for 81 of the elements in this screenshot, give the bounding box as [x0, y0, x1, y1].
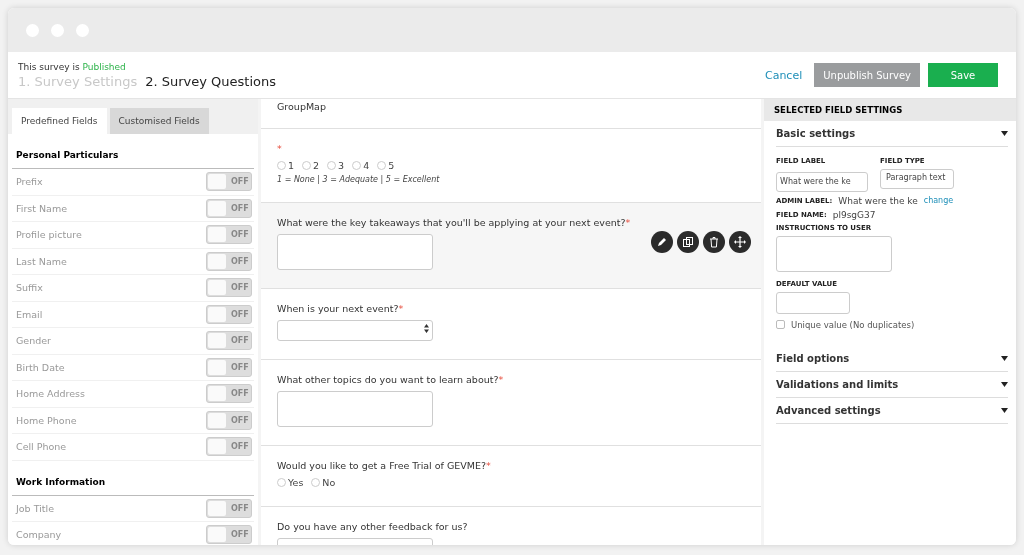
required-mark: *	[277, 143, 282, 154]
cancel-link[interactable]: Cancel	[764, 68, 803, 82]
toggle-switch[interactable]: OFF	[206, 304, 252, 324]
checkbox-label: Unique value (No duplicates)	[791, 319, 915, 330]
toggle-switch[interactable]: OFF	[206, 410, 252, 430]
field-name-value: pl9sgG37	[832, 209, 876, 220]
question-label: What were the key takeaways that you'll be applying at your next event?	[277, 217, 626, 228]
status-text: This survey is	[18, 61, 80, 72]
required-mark: *	[486, 460, 491, 471]
toggle-switch[interactable]: OFF	[206, 357, 252, 377]
accordion-header[interactable]: Field options	[776, 345, 1008, 372]
copy-icon[interactable]	[677, 231, 699, 253]
select-field[interactable]	[277, 320, 433, 341]
field-label: Cell Phone	[16, 441, 67, 453]
toggle-switch[interactable]: OFF	[206, 198, 252, 218]
question-label: What other topics do you want to learn about?	[277, 374, 499, 385]
field-label: First Name	[16, 202, 68, 214]
answer-box[interactable]	[277, 391, 433, 427]
caret-icon	[1001, 381, 1008, 387]
toggle-switch[interactable]: OFF	[206, 225, 252, 245]
question-label: When is your next event?	[277, 303, 399, 314]
radio-label: 5	[388, 160, 395, 171]
admin-label-value: What were the ke	[838, 195, 918, 206]
move-icon[interactable]	[729, 231, 751, 253]
caret-icon	[1001, 355, 1008, 361]
select-arrows-icon	[424, 324, 429, 333]
field-label-input[interactable]: What were the ke	[776, 171, 868, 192]
toggle-switch[interactable]: OFF	[206, 251, 252, 271]
radio-label: 3	[338, 160, 345, 171]
accordion-header[interactable]: Advanced settings	[776, 397, 1008, 424]
field-label: Last Name	[16, 255, 67, 267]
status-value: Published	[82, 61, 126, 72]
save-button[interactable]: Save	[928, 63, 998, 87]
radio-label: 2	[313, 160, 320, 171]
toggle-switch[interactable]: OFF	[206, 498, 252, 518]
question-label: Would you like to get a Free Trial of GEVME?	[277, 460, 487, 471]
field-label: Prefix	[16, 176, 43, 188]
sidebar-tab[interactable]: Customised Fields	[109, 108, 209, 134]
field-label: Suffix	[16, 282, 43, 294]
field-type-select[interactable]: Paragraph text	[880, 169, 954, 189]
field-label: Gender	[16, 335, 51, 347]
field-label: Company	[16, 529, 62, 541]
step-tab[interactable]: 2. Survey Questions	[145, 73, 277, 89]
toggle-switch[interactable]: OFF	[206, 331, 252, 351]
checkbox[interactable]	[776, 320, 785, 329]
toggle-switch[interactable]: OFF	[206, 278, 252, 298]
required-mark: *	[398, 303, 404, 314]
caret-icon	[1001, 131, 1008, 136]
section-heading: Personal Particulars	[12, 134, 254, 169]
required-mark: *	[498, 374, 504, 385]
toggle-switch[interactable]: OFF	[206, 437, 252, 457]
caret-icon	[1001, 407, 1008, 413]
field-label: Home Phone	[16, 414, 77, 426]
unpublish-button[interactable]: Unpublish Survey	[814, 63, 920, 87]
field-label: Job Title	[16, 502, 55, 514]
field-label: Home Address	[16, 388, 85, 400]
toggle-switch[interactable]: OFF	[206, 172, 252, 192]
toggle-switch[interactable]: OFF	[206, 525, 252, 545]
instructions-field[interactable]	[776, 235, 892, 272]
section-heading: Work Information	[12, 460, 254, 496]
default-value-field[interactable]	[776, 291, 850, 314]
question-label: Do you have any other feedback for us?	[277, 521, 468, 532]
question-label: GroupMap	[277, 101, 326, 112]
rating-hint: 1 = None | 3 = Adequate | 5 = Excellent	[277, 175, 441, 184]
radio-label: No	[322, 477, 336, 488]
trash-icon[interactable]	[703, 231, 725, 253]
radio-label: Yes	[288, 477, 304, 488]
radio-label: 1	[288, 160, 295, 171]
field-label: Email	[16, 308, 43, 320]
answer-box[interactable]	[277, 234, 433, 270]
required-mark: *	[625, 217, 631, 228]
accordion-header[interactable]: Basic settings	[776, 121, 1008, 147]
field-label: Birth Date	[16, 361, 65, 373]
panel-title: SELECTED FIELD SETTINGS	[764, 99, 1016, 121]
sidebar-tab[interactable]: Predefined Fields	[12, 108, 107, 134]
edit-icon[interactable]	[651, 231, 673, 253]
accordion-header[interactable]: Validations and limits	[776, 371, 1008, 398]
field-label: Profile picture	[16, 229, 82, 241]
change-link[interactable]: change	[923, 196, 954, 205]
toggle-switch[interactable]: OFF	[206, 384, 252, 404]
radio-label: 4	[363, 160, 370, 171]
